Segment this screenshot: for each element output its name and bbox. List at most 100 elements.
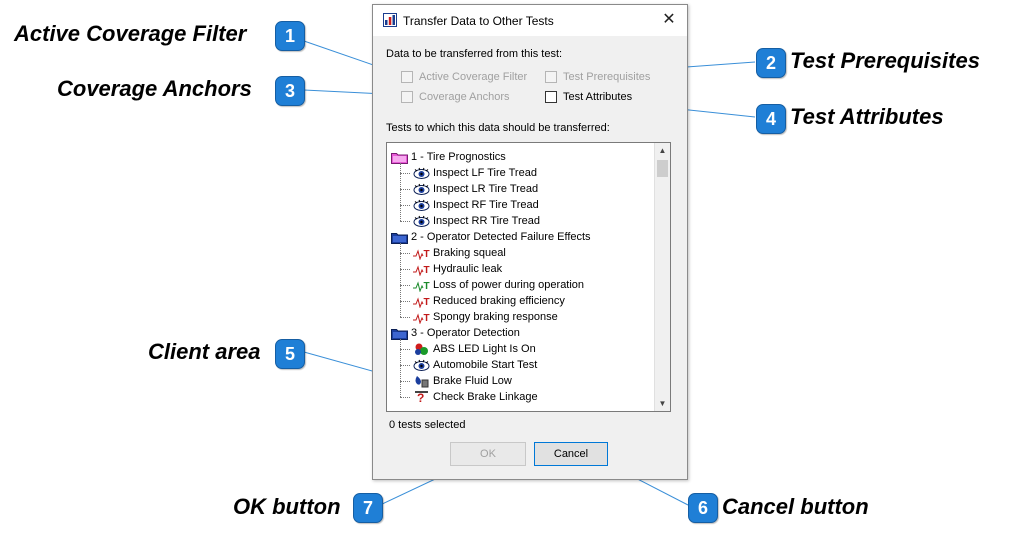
callout-label-6: Cancel button	[722, 494, 869, 519]
dialog-title: Transfer Data to Other Tests	[403, 14, 554, 28]
checkbox-box	[401, 91, 413, 103]
tree-item-row[interactable]: Brake Fluid Low	[413, 373, 512, 389]
checkbox-label: Test Attributes	[563, 91, 633, 103]
callout-label-7: OK button	[233, 494, 341, 519]
tree-item-row[interactable]: T Hydraulic leak	[413, 261, 502, 277]
checkbox-label: Coverage Anchors	[419, 91, 510, 103]
failure-effect-red-icon: T	[413, 311, 430, 325]
tree-item-label: 1 - Tire Prognostics	[411, 151, 506, 163]
callout-badge-4: 4	[756, 104, 786, 134]
scroll-down-icon[interactable]: ▼	[655, 396, 670, 411]
tree-connector	[400, 221, 410, 222]
failure-effect-red-icon: T	[413, 247, 430, 261]
svg-text:T: T	[424, 313, 430, 324]
tree-item-label: Brake Fluid Low	[433, 375, 512, 387]
dialog-titlebar[interactable]: Transfer Data to Other Tests ✕	[373, 5, 687, 36]
active-coverage-filter-checkbox[interactable]: Active Coverage Filter	[401, 71, 527, 83]
tree-connector	[400, 365, 410, 366]
tree-item-row[interactable]: T Spongy braking response	[413, 309, 558, 325]
tree-item-label: Hydraulic leak	[433, 263, 503, 275]
eye-icon	[413, 199, 430, 212]
svg-text:T: T	[424, 265, 430, 276]
callout-badge-2: 2	[756, 48, 786, 78]
eye-icon	[413, 215, 430, 228]
tree-connector	[400, 285, 410, 286]
eye-icon	[413, 183, 430, 196]
failure-effect-green-icon: T	[413, 279, 430, 293]
close-icon: ✕	[662, 11, 676, 28]
tree-item-label: Inspect RR Tire Tread	[433, 215, 540, 227]
tree-item-row[interactable]: Inspect LF Tire Tread	[413, 165, 537, 181]
scroll-thumb[interactable]	[657, 160, 668, 177]
app-icon	[383, 13, 397, 27]
ok-button[interactable]: OK	[450, 442, 526, 466]
tree-connector	[400, 173, 410, 174]
tree-connector	[400, 163, 401, 221]
checkbox-box	[545, 91, 557, 103]
callout-label-2: Test Prerequisites	[790, 48, 980, 73]
tree-connector	[400, 381, 410, 382]
test-attributes-checkbox[interactable]: Test Attributes	[545, 91, 632, 103]
vertical-scrollbar[interactable]: ▲ ▼	[654, 143, 670, 411]
tree-item-row[interactable]: Inspect RR Tire Tread	[413, 213, 540, 229]
transfer-data-dialog: Transfer Data to Other Tests ✕ Data to b…	[372, 4, 688, 480]
tree-item-label: Spongy braking response	[433, 311, 558, 323]
tests-section-label: Tests to which this data should be trans…	[386, 122, 610, 134]
tree-item-row[interactable]: ABS LED Light Is On	[413, 341, 536, 357]
eye-icon	[413, 359, 430, 372]
question-mark-icon: ?	[413, 390, 430, 405]
tree-item-label: Inspect LF Tire Tread	[433, 167, 537, 179]
callout-badge-6: 6	[688, 493, 718, 523]
tree-item-label: 2 - Operator Detected Failure Effects	[411, 231, 591, 243]
tree-item-row[interactable]: ? Check Brake Linkage	[413, 389, 538, 405]
eye-icon	[413, 167, 430, 180]
tree-connector	[400, 349, 410, 350]
close-button[interactable]: ✕	[659, 10, 679, 30]
svg-text:T: T	[424, 297, 430, 308]
callout-badge-7: 7	[353, 493, 383, 523]
fluid-level-icon	[413, 375, 430, 388]
checkbox-box	[545, 71, 557, 83]
callout-label-4: Test Attributes	[790, 104, 944, 129]
tree-folder-row[interactable]: 3 - Operator Detection	[391, 325, 520, 341]
led-light-icon	[413, 343, 430, 356]
coverage-anchors-checkbox[interactable]: Coverage Anchors	[401, 91, 510, 103]
svg-text:T: T	[424, 281, 430, 292]
checkbox-box	[401, 71, 413, 83]
checkbox-label: Active Coverage Filter	[419, 71, 528, 83]
tree-item-row[interactable]: Automobile Start Test	[413, 357, 537, 373]
tree-connector	[400, 205, 410, 206]
callout-label-5: Client area	[148, 339, 261, 364]
folder-blue-icon	[391, 327, 408, 340]
data-section-label: Data to be transferred from this test:	[386, 48, 563, 60]
test-prerequisites-checkbox[interactable]: Test Prerequisites	[545, 71, 650, 83]
tree-item-label: ABS LED Light Is On	[433, 343, 536, 355]
tree-item-label: 3 - Operator Detection	[411, 327, 520, 339]
tree-connector	[400, 189, 410, 190]
tree-item-row[interactable]: T Reduced braking efficiency	[413, 293, 565, 309]
tree-item-row[interactable]: Inspect RF Tire Tread	[413, 197, 539, 213]
tree-item-row[interactable]: Inspect LR Tire Tread	[413, 181, 538, 197]
tree-connector	[400, 253, 410, 254]
tree-item-row[interactable]: T Loss of power during operation	[413, 277, 584, 293]
tree-connector	[400, 243, 401, 317]
tree-item-label: Inspect LR Tire Tread	[433, 183, 539, 195]
cancel-button[interactable]: Cancel	[534, 442, 608, 466]
tree-folder-row[interactable]: 1 - Tire Prognostics	[391, 149, 506, 165]
tree-connector	[400, 301, 410, 302]
tree-item-label: Loss of power during operation	[433, 279, 585, 291]
tree-connector	[400, 339, 401, 397]
failure-effect-red-icon: T	[413, 295, 430, 309]
svg-text:T: T	[424, 249, 430, 260]
failure-effect-red-icon: T	[413, 263, 430, 277]
scroll-up-icon[interactable]: ▲	[655, 143, 670, 158]
tree-item-label: Braking squeal	[433, 247, 506, 259]
selection-status: 0 tests selected	[389, 419, 466, 431]
folder-pink-icon	[391, 151, 408, 164]
tree-item-label: Reduced braking efficiency	[433, 295, 565, 307]
tests-tree-view[interactable]: 1 - Tire Prognostics Inspect LF Tire Trea…	[386, 142, 671, 412]
tree-folder-row[interactable]: 2 - Operator Detected Failure Effects	[391, 229, 591, 245]
callout-badge-5: 5	[275, 339, 305, 369]
tree-item-row[interactable]: T Braking squeal	[413, 245, 506, 261]
folder-blue-icon	[391, 231, 408, 244]
